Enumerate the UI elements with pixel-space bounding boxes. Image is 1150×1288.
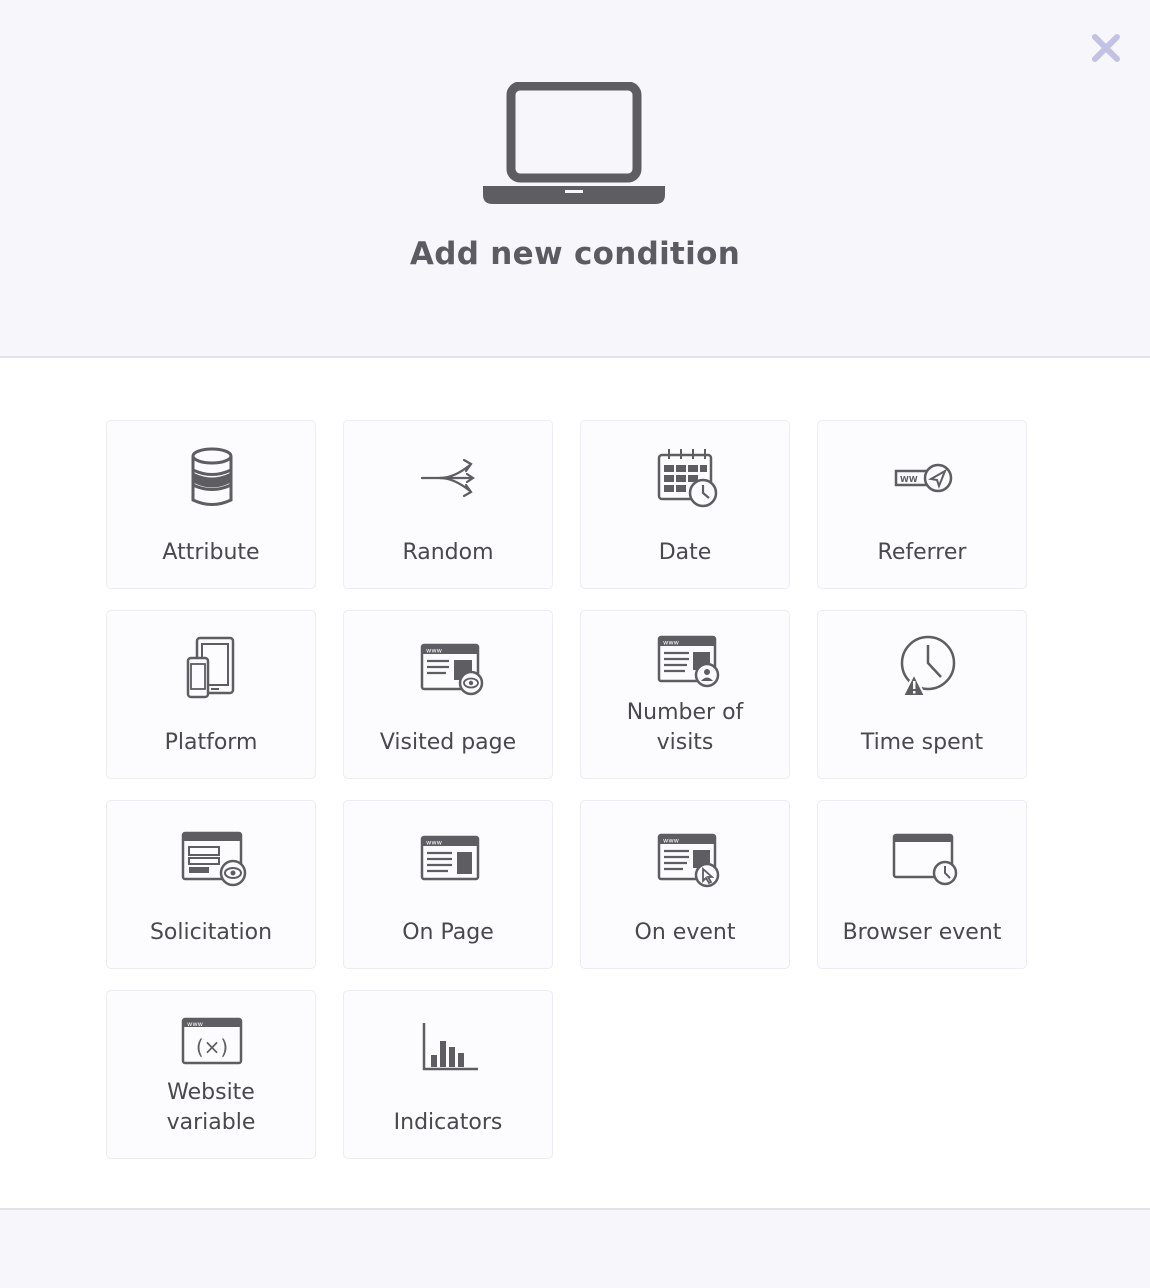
svg-text:www: www [426, 839, 443, 847]
condition-label: Indicators [393, 1110, 503, 1135]
dialog-footer [0, 1210, 1150, 1288]
condition-grid: Attribute Random Date WW Referrer Platfo… [106, 420, 1027, 1159]
condition-label: Visited page [379, 730, 517, 755]
dialog-title: Add new condition [409, 236, 741, 272]
condition-solicitation[interactable]: Solicitation [106, 800, 316, 969]
condition-label: Number of visits [626, 700, 744, 755]
close-icon [1092, 34, 1120, 62]
condition-visited-page[interactable]: www Visited page [343, 610, 553, 779]
condition-website-variable[interactable]: www (×) Website variable [106, 990, 316, 1159]
svg-text:(×): (×) [196, 1035, 228, 1059]
svg-text:WW: WW [900, 475, 918, 484]
dialog-body: Attribute Random Date WW Referrer Platfo… [0, 358, 1150, 1210]
condition-attribute[interactable]: Attribute [106, 420, 316, 589]
laptop-icon [483, 82, 665, 204]
condition-time-spent[interactable]: Time spent [817, 610, 1027, 779]
bar-chart-icon [422, 1023, 478, 1071]
svg-text:www: www [426, 647, 443, 655]
condition-label: On event [634, 920, 736, 945]
condition-browser-event[interactable]: Browser event [817, 800, 1027, 969]
webpage-variable-icon: www (×) [181, 1017, 243, 1065]
condition-label: Random [402, 540, 494, 565]
condition-label: Time spent [860, 730, 984, 755]
webpage-user-icon: www [657, 635, 720, 688]
condition-label: Browser event [842, 920, 1002, 945]
condition-label: Platform [164, 730, 258, 755]
condition-indicators[interactable]: Indicators [343, 990, 553, 1159]
browser-clock-icon [892, 833, 958, 886]
svg-text:www: www [187, 1020, 204, 1028]
webpage-cursor-icon: www [657, 833, 720, 888]
svg-text:www: www [663, 639, 680, 647]
www-send-icon: WW [894, 463, 953, 493]
clock-warning-icon [900, 635, 956, 697]
condition-on-event[interactable]: www On event [580, 800, 790, 969]
split-arrows-icon [420, 458, 475, 498]
condition-random[interactable]: Random [343, 420, 553, 589]
condition-label: On Page [402, 920, 494, 945]
condition-label: Solicitation [149, 920, 273, 945]
condition-number-of-visits[interactable]: www Number of visits [580, 610, 790, 779]
devices-icon [186, 636, 235, 699]
condition-label: Referrer [877, 540, 967, 565]
condition-referrer[interactable]: WW Referrer [817, 420, 1027, 589]
webpage-eye-icon: www [420, 643, 484, 696]
dialog-header: Add new condition [0, 0, 1150, 358]
calendar-clock-icon [657, 449, 718, 508]
condition-label: Attribute [162, 540, 260, 565]
window-eye-icon [181, 831, 247, 887]
svg-text:www: www [663, 837, 680, 845]
close-button[interactable] [1086, 28, 1126, 68]
database-icon [191, 447, 233, 506]
condition-platform[interactable]: Platform [106, 610, 316, 779]
webpage-icon: www [420, 835, 480, 881]
condition-label: Date [658, 540, 712, 565]
condition-on-page[interactable]: www On Page [343, 800, 553, 969]
condition-date[interactable]: Date [580, 420, 790, 589]
condition-label: Website variable [166, 1080, 256, 1135]
